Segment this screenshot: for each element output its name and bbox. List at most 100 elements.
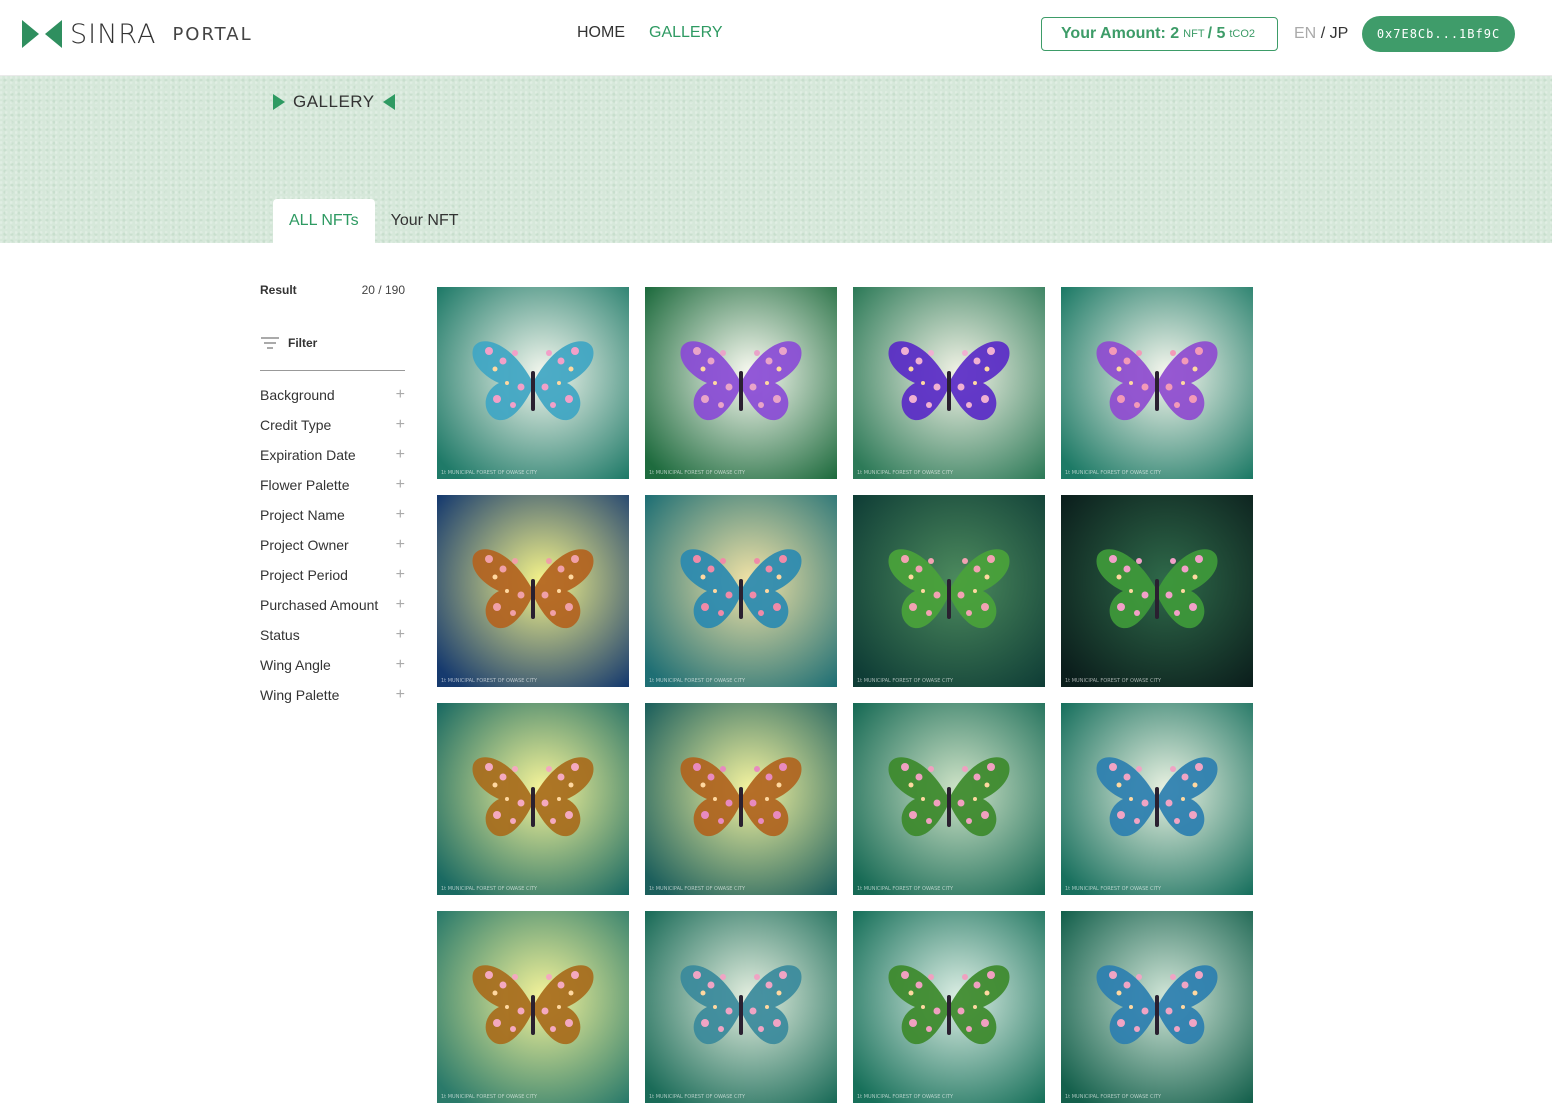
lang-jp[interactable]: JP bbox=[1330, 25, 1349, 42]
plus-icon: + bbox=[395, 446, 405, 463]
nft-card[interactable]: 1t MUNICIPAL FOREST OF OWASE CITY bbox=[645, 911, 837, 1103]
card-footer-text: 1t MUNICIPAL FOREST OF OWASE CITY bbox=[649, 678, 746, 684]
card-footer-text: 1t MUNICIPAL FOREST OF OWASE CITY bbox=[1065, 470, 1162, 476]
header: SINRA PORTAL HOME GALLERY Your Amount: 2… bbox=[0, 0, 1552, 76]
filter-item-label: Status bbox=[260, 627, 300, 643]
nft-card[interactable]: 1t MUNICIPAL FOREST OF OWASE CITY bbox=[645, 703, 837, 895]
plus-icon: + bbox=[395, 686, 405, 703]
card-footer-text: 1t MUNICIPAL FOREST OF OWASE CITY bbox=[1065, 886, 1162, 892]
filter-item-background[interactable]: Background + bbox=[260, 380, 405, 410]
nft-card[interactable]: 1t MUNICIPAL FOREST OF OWASE CITY bbox=[645, 495, 837, 687]
filter-item-wing-angle[interactable]: Wing Angle + bbox=[260, 650, 405, 680]
result-label: Result bbox=[260, 283, 297, 297]
filter-item-project-owner[interactable]: Project Owner + bbox=[260, 530, 405, 560]
nft-card[interactable]: 1t MUNICIPAL FOREST OF OWASE CITY bbox=[1061, 495, 1253, 687]
filter-item-expiration-date[interactable]: Expiration Date + bbox=[260, 440, 405, 470]
nft-card[interactable]: 1t MUNICIPAL FOREST OF OWASE CITY bbox=[853, 495, 1045, 687]
page-title-block: GALLERY bbox=[273, 92, 395, 112]
butterfly-artwork bbox=[1061, 911, 1253, 1103]
logo[interactable]: SINRA PORTAL bbox=[22, 18, 253, 50]
nft-card[interactable]: 1t MUNICIPAL FOREST OF OWASE CITY bbox=[1061, 911, 1253, 1103]
butterfly-artwork bbox=[1061, 495, 1253, 687]
plus-icon: + bbox=[395, 626, 405, 643]
nft-grid: 1t MUNICIPAL FOREST OF OWASE CITY 1t MUNI… bbox=[437, 287, 1253, 1103]
butterfly-artwork bbox=[853, 703, 1045, 895]
nft-card[interactable]: 1t MUNICIPAL FOREST OF OWASE CITY bbox=[1061, 287, 1253, 479]
nft-card[interactable]: 1t MUNICIPAL FOREST OF OWASE CITY bbox=[437, 287, 629, 479]
butterfly-artwork bbox=[437, 495, 629, 687]
nft-card[interactable]: 1t MUNICIPAL FOREST OF OWASE CITY bbox=[853, 703, 1045, 895]
nav-gallery[interactable]: GALLERY bbox=[649, 24, 723, 42]
butterfly-artwork bbox=[1061, 703, 1253, 895]
lang-en[interactable]: EN bbox=[1294, 25, 1316, 42]
portal-label: PORTAL bbox=[172, 23, 253, 45]
gallery-banner: GALLERY ALL NFTs Your NFT bbox=[0, 76, 1552, 243]
plus-icon: + bbox=[395, 656, 405, 673]
main-nav: HOME GALLERY bbox=[577, 24, 723, 42]
filter-toggle[interactable]: Filter bbox=[260, 336, 405, 371]
plus-icon: + bbox=[395, 386, 405, 403]
nft-card[interactable]: 1t MUNICIPAL FOREST OF OWASE CITY bbox=[1061, 703, 1253, 895]
card-footer-text: 1t MUNICIPAL FOREST OF OWASE CITY bbox=[649, 1094, 746, 1100]
plus-icon: + bbox=[395, 416, 405, 433]
nft-card[interactable]: 1t MUNICIPAL FOREST OF OWASE CITY bbox=[437, 495, 629, 687]
filter-item-purchased-amount[interactable]: Purchased Amount + bbox=[260, 590, 405, 620]
brand-name: SINRA bbox=[70, 18, 157, 50]
butterfly-artwork bbox=[437, 703, 629, 895]
filter-item-credit-type[interactable]: Credit Type + bbox=[260, 410, 405, 440]
amount-separator: / bbox=[1207, 25, 1213, 42]
butterfly-artwork bbox=[645, 495, 837, 687]
butterfly-artwork bbox=[853, 287, 1045, 479]
butterfly-artwork bbox=[853, 911, 1045, 1103]
card-footer-text: 1t MUNICIPAL FOREST OF OWASE CITY bbox=[649, 886, 746, 892]
tab-bar: ALL NFTs Your NFT bbox=[273, 199, 475, 243]
wallet-button[interactable]: 0x7E8Cb...1Bf9C bbox=[1362, 16, 1515, 52]
filter-sidebar: Result 20 / 190 Filter Background + Credi… bbox=[260, 283, 405, 710]
filter-item-wing-palette[interactable]: Wing Palette + bbox=[260, 680, 405, 710]
filter-item-label: Flower Palette bbox=[260, 477, 350, 493]
nft-card[interactable]: 1t MUNICIPAL FOREST OF OWASE CITY bbox=[853, 287, 1045, 479]
filter-item-label: Background bbox=[260, 387, 335, 403]
filter-item-label: Purchased Amount bbox=[260, 597, 379, 613]
card-footer-text: 1t MUNICIPAL FOREST OF OWASE CITY bbox=[857, 678, 954, 684]
filter-item-status[interactable]: Status + bbox=[260, 620, 405, 650]
plus-icon: + bbox=[395, 476, 405, 493]
amount-badge: Your Amount: 2 NFT/ 5 tCO2 bbox=[1041, 17, 1278, 51]
filter-item-label: Expiration Date bbox=[260, 447, 356, 463]
butterfly-artwork bbox=[645, 911, 837, 1103]
bowtie-logo-icon bbox=[22, 20, 62, 48]
tab-your-nft[interactable]: Your NFT bbox=[375, 199, 475, 243]
butterfly-artwork bbox=[1061, 287, 1253, 479]
nft-card[interactable]: 1t MUNICIPAL FOREST OF OWASE CITY bbox=[437, 911, 629, 1103]
card-footer-text: 1t MUNICIPAL FOREST OF OWASE CITY bbox=[441, 678, 538, 684]
nft-card[interactable]: 1t MUNICIPAL FOREST OF OWASE CITY bbox=[853, 911, 1045, 1103]
card-footer-text: 1t MUNICIPAL FOREST OF OWASE CITY bbox=[441, 470, 538, 476]
filter-item-label: Wing Palette bbox=[260, 687, 340, 703]
filter-item-label: Credit Type bbox=[260, 417, 332, 433]
butterfly-artwork bbox=[645, 703, 837, 895]
butterfly-artwork bbox=[437, 911, 629, 1103]
nft-card[interactable]: 1t MUNICIPAL FOREST OF OWASE CITY bbox=[437, 703, 629, 895]
filter-item-project-name[interactable]: Project Name + bbox=[260, 500, 405, 530]
nav-home[interactable]: HOME bbox=[577, 24, 625, 42]
amount-co2-unit: tCO2 bbox=[1229, 28, 1256, 40]
card-footer-text: 1t MUNICIPAL FOREST OF OWASE CITY bbox=[649, 470, 746, 476]
amount-nft-value: 2 bbox=[1170, 25, 1180, 42]
language-switch: EN / JP bbox=[1294, 25, 1348, 43]
card-footer-text: 1t MUNICIPAL FOREST OF OWASE CITY bbox=[857, 470, 954, 476]
filter-item-flower-palette[interactable]: Flower Palette + bbox=[260, 470, 405, 500]
tab-all-nfts[interactable]: ALL NFTs bbox=[273, 199, 375, 243]
filter-label: Filter bbox=[288, 336, 318, 350]
filter-item-label: Project Name bbox=[260, 507, 345, 523]
card-footer-text: 1t MUNICIPAL FOREST OF OWASE CITY bbox=[1065, 678, 1162, 684]
page-title: GALLERY bbox=[293, 92, 375, 111]
card-footer-text: 1t MUNICIPAL FOREST OF OWASE CITY bbox=[857, 1094, 954, 1100]
amount-prefix: Your Amount: bbox=[1060, 25, 1166, 42]
amount-nft-unit: NFT bbox=[1183, 28, 1205, 40]
butterfly-artwork bbox=[853, 495, 1045, 687]
amount-co2-value: 5 bbox=[1216, 25, 1226, 42]
filter-item-label: Wing Angle bbox=[260, 657, 331, 673]
filter-item-project-period[interactable]: Project Period + bbox=[260, 560, 405, 590]
card-footer-text: 1t MUNICIPAL FOREST OF OWASE CITY bbox=[441, 1094, 538, 1100]
nft-card[interactable]: 1t MUNICIPAL FOREST OF OWASE CITY bbox=[645, 287, 837, 479]
